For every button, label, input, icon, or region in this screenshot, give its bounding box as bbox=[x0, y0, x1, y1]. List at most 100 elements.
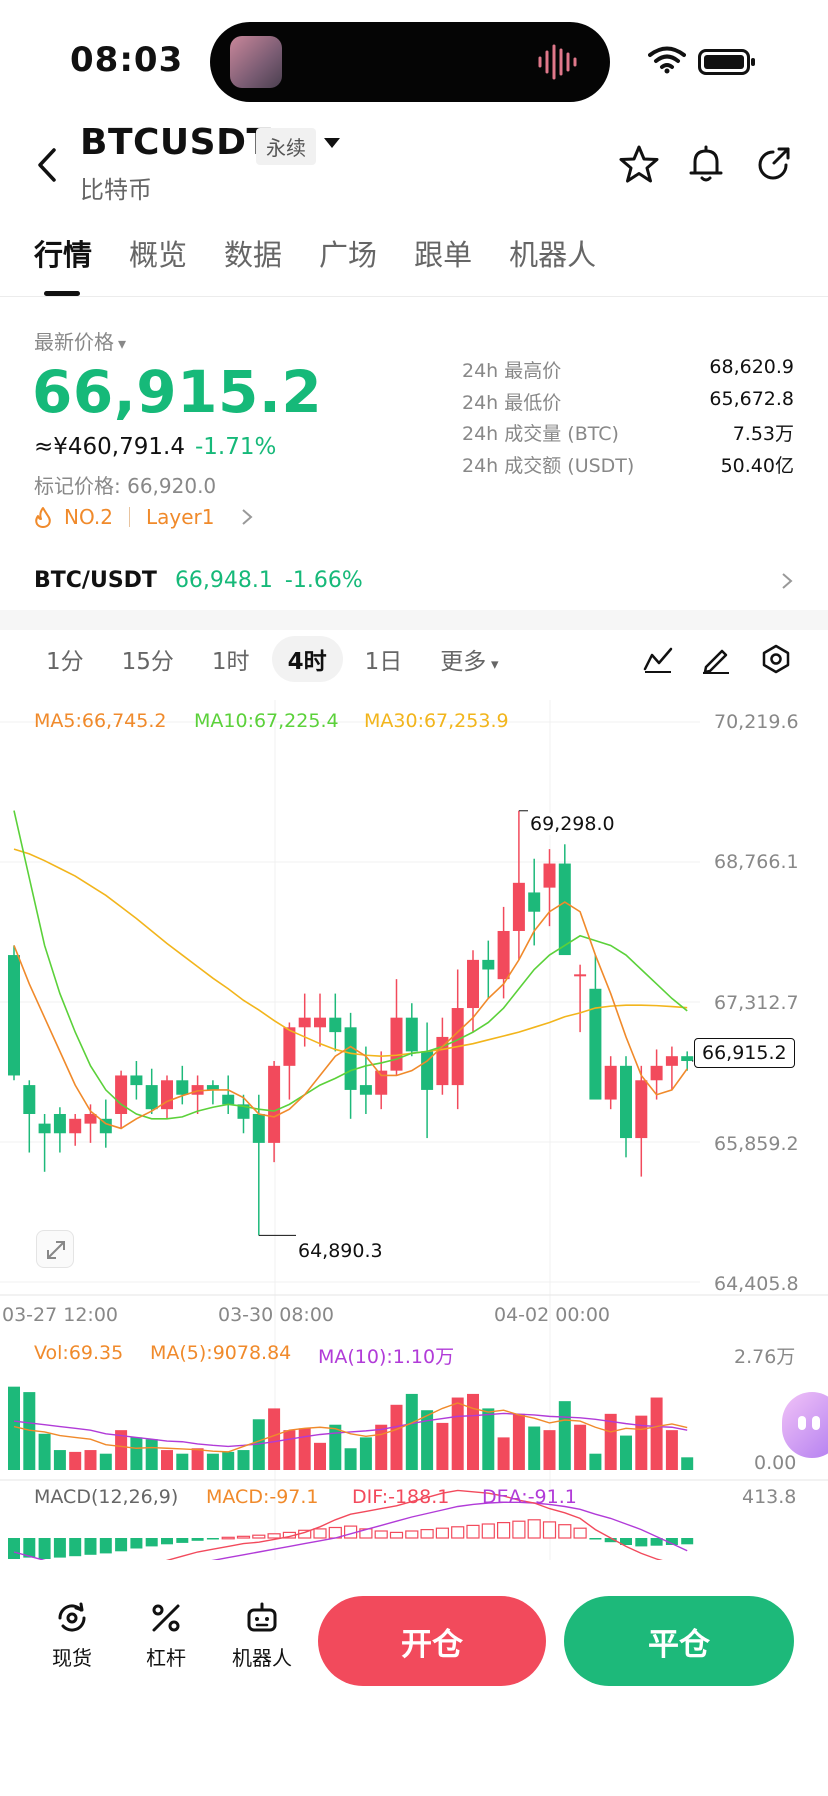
asset-tags[interactable]: NO.2 Layer1 bbox=[34, 505, 254, 529]
volume-bar bbox=[283, 1430, 296, 1470]
macd-histogram-bar bbox=[191, 1538, 204, 1541]
indicator-icon[interactable] bbox=[642, 643, 674, 675]
interval-1m[interactable]: 1分 bbox=[30, 636, 100, 682]
chevron-right-icon bbox=[242, 509, 254, 525]
candle-body bbox=[558, 863, 571, 956]
bot-nav[interactable]: 机器人 bbox=[222, 1600, 302, 1671]
macd-histogram-bar bbox=[573, 1527, 587, 1539]
spot-market-link[interactable]: BTC/USDT 66,948.1 -1.66% bbox=[34, 568, 794, 593]
percent-icon bbox=[152, 1604, 180, 1632]
dif-value: DIF:-188.1 bbox=[352, 1486, 450, 1508]
macd-histogram-bar bbox=[145, 1538, 158, 1547]
bubble-eye bbox=[812, 1416, 820, 1430]
candle-body bbox=[467, 959, 479, 1009]
macd-max-label: 413.8 bbox=[742, 1486, 797, 1508]
macd-histogram-bar bbox=[635, 1538, 648, 1547]
chevron-right-icon bbox=[782, 572, 793, 589]
robot-icon bbox=[247, 1602, 277, 1632]
tab-overview[interactable]: 概览 bbox=[129, 232, 187, 296]
settings-hexagon-icon[interactable] bbox=[760, 643, 792, 675]
macd-histogram-bar bbox=[558, 1524, 572, 1539]
contract-type-badge: 永续 bbox=[256, 128, 316, 165]
star-icon[interactable] bbox=[618, 143, 660, 185]
stat-row: 24h 成交额 (USDT) 50.40亿 bbox=[462, 451, 794, 483]
volume-bar bbox=[53, 1450, 66, 1470]
volume-bar bbox=[206, 1453, 219, 1470]
kline-chart[interactable] bbox=[0, 700, 828, 1560]
tab-copy-trading[interactable]: 跟单 bbox=[414, 232, 472, 296]
interval-1h[interactable]: 1时 bbox=[196, 636, 266, 682]
tab-market[interactable]: 行情 bbox=[34, 232, 92, 296]
candle-body bbox=[298, 1017, 311, 1028]
y-tick-label: 64,405.8 bbox=[714, 1273, 799, 1295]
macd-histogram-bar bbox=[252, 1534, 266, 1539]
macd-histogram-bar bbox=[542, 1521, 557, 1539]
macd-histogram-bar bbox=[115, 1538, 128, 1552]
interval-more[interactable]: 更多 bbox=[424, 636, 514, 682]
stat-value: 65,672.8 bbox=[709, 387, 794, 410]
candle-body bbox=[53, 1113, 66, 1134]
asset-name: 比特币 bbox=[80, 176, 152, 204]
candle-body bbox=[145, 1085, 158, 1110]
interval-1d[interactable]: 1日 bbox=[349, 636, 419, 682]
volume-bar bbox=[390, 1404, 403, 1470]
margin-nav-label: 杠杆 bbox=[146, 1646, 186, 1670]
volume-bar bbox=[344, 1448, 357, 1470]
back-arrow-icon[interactable] bbox=[32, 145, 62, 185]
volume-bar bbox=[314, 1442, 326, 1470]
candle-body bbox=[589, 988, 602, 1100]
close-position-button[interactable]: 平仓 bbox=[564, 1596, 794, 1686]
candle-body bbox=[620, 1065, 632, 1139]
draw-pen-icon[interactable] bbox=[700, 643, 732, 675]
macd-histogram-bar bbox=[420, 1528, 434, 1539]
share-icon[interactable] bbox=[752, 143, 794, 185]
ma30-legend: MA30:67,253.9 bbox=[364, 710, 509, 732]
y-tick-label: 65,859.2 bbox=[714, 1133, 799, 1155]
tab-square[interactable]: 广场 bbox=[319, 232, 377, 296]
rank-tag: NO.2 bbox=[64, 505, 113, 529]
caret-down-icon[interactable] bbox=[322, 136, 342, 150]
volume-bar bbox=[298, 1428, 311, 1470]
tag-separator bbox=[128, 507, 130, 527]
macd-histogram-bar bbox=[99, 1538, 112, 1554]
stat-label: 24h 成交量 (BTC) bbox=[462, 423, 619, 445]
candle-body bbox=[681, 1056, 694, 1062]
stat-value: 50.40亿 bbox=[720, 454, 794, 477]
stat-value: 7.53万 bbox=[732, 423, 794, 445]
ma5-legend: MA5:66,745.2 bbox=[34, 710, 167, 732]
bell-icon[interactable] bbox=[685, 143, 727, 185]
candle-body bbox=[528, 892, 541, 912]
margin-nav[interactable]: 杠杆 bbox=[126, 1600, 206, 1671]
macd-histogram-bar bbox=[176, 1538, 189, 1543]
battery-icon bbox=[698, 49, 755, 75]
candle-body bbox=[665, 1056, 678, 1066]
tab-data[interactable]: 数据 bbox=[224, 232, 282, 296]
tab-bot[interactable]: 机器人 bbox=[509, 232, 596, 296]
vol-ma5-legend: MA(5):9078.84 bbox=[150, 1342, 292, 1364]
dynamic-island[interactable] bbox=[210, 22, 610, 102]
volume-bar bbox=[69, 1451, 82, 1470]
macd-histogram-bar bbox=[451, 1526, 465, 1539]
status-time: 08:03 bbox=[70, 40, 184, 80]
macd-histogram-bar bbox=[206, 1538, 219, 1540]
interval-15m[interactable]: 15分 bbox=[106, 636, 190, 682]
price-type-selector[interactable]: 最新价格 bbox=[34, 326, 126, 355]
candle-body bbox=[38, 1123, 51, 1134]
expand-fullscreen-button[interactable] bbox=[36, 1230, 74, 1268]
symbol-title[interactable]: BTCUSDT bbox=[80, 122, 272, 163]
macd-histogram-bar bbox=[481, 1523, 495, 1539]
current-price-tag: 66,915.2 bbox=[694, 1038, 795, 1068]
assistant-bubble[interactable] bbox=[782, 1392, 828, 1458]
high-price-label: 69,298.0 bbox=[530, 813, 615, 835]
macd-value: MACD:-97.1 bbox=[206, 1486, 319, 1508]
last-price: 66,915.2 bbox=[32, 358, 323, 426]
open-position-button[interactable]: 开仓 bbox=[318, 1596, 546, 1686]
candle-body bbox=[604, 1065, 617, 1100]
macd-histogram-bar bbox=[267, 1533, 281, 1539]
spot-nav[interactable]: 现货 bbox=[32, 1600, 112, 1671]
24h-stats: 24h 最高价 68,620.9 24h 最低价 65,672.8 24h 成交量 … bbox=[462, 356, 794, 482]
volume-bar bbox=[359, 1437, 372, 1470]
interval-4h[interactable]: 4时 bbox=[271, 636, 343, 682]
macd-histogram-bar bbox=[374, 1530, 388, 1539]
stat-row: 24h 最低价 65,672.8 bbox=[462, 388, 794, 420]
